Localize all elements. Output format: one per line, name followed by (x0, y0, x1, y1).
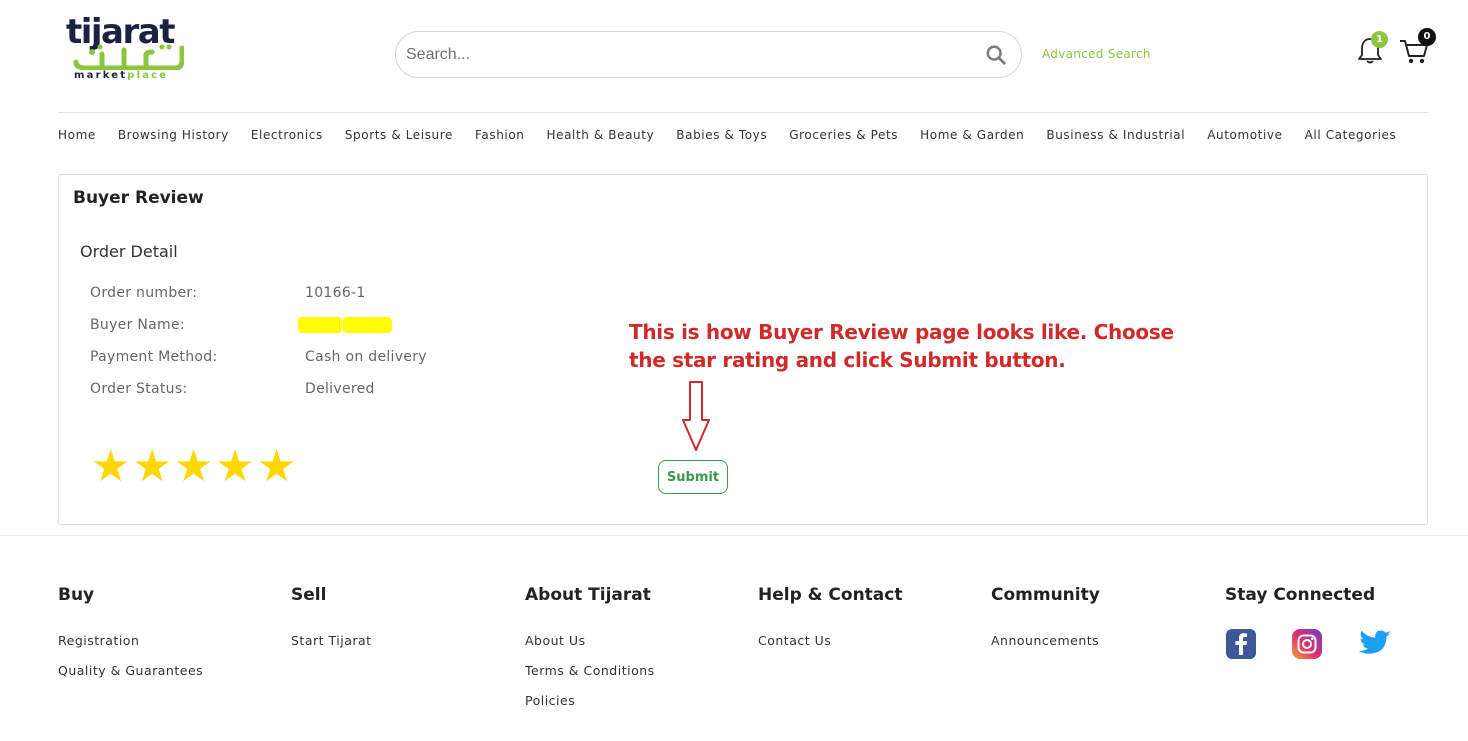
footer-divider (0, 535, 1468, 536)
twitter-icon[interactable] (1357, 628, 1393, 660)
nav-item-all-categories[interactable]: All Categories (1305, 128, 1397, 142)
footer-link-announcements[interactable]: Announcements (991, 633, 1100, 648)
footer-heading-stay-connected: Stay Connected (1225, 585, 1376, 605)
footer-heading-about: About Tijarat (525, 585, 651, 605)
star-icon[interactable]: ★ (132, 445, 171, 489)
footer-column-about: About Tijarat About Us Terms & Condition… (525, 585, 655, 723)
order-detail-heading: Order Detail (80, 242, 178, 261)
nav-item-fashion[interactable]: Fashion (475, 128, 525, 142)
star-icon[interactable]: ★ (215, 445, 254, 489)
order-number-value: 10166-1 (305, 285, 366, 301)
nav-item-home[interactable]: Home (58, 128, 96, 142)
star-icon[interactable]: ★ (91, 445, 130, 489)
header-divider (58, 112, 1428, 113)
footer-link-registration[interactable]: Registration (58, 633, 203, 648)
footer-link-quality-guarantees[interactable]: Quality & Guarantees (58, 663, 203, 678)
redaction-mark (298, 317, 342, 333)
site-logo[interactable]: tijarat marketplace (66, 14, 188, 82)
footer-heading-community: Community (991, 585, 1100, 605)
order-number-label: Order number: (90, 285, 198, 301)
buyer-name-row: Buyer Name: (90, 317, 392, 333)
category-nav: Home Browsing History Electronics Sports… (58, 128, 1396, 142)
search-bar (395, 31, 1022, 78)
nav-item-browsing-history[interactable]: Browsing History (118, 128, 229, 142)
nav-item-sports-leisure[interactable]: Sports & Leisure (345, 128, 453, 142)
footer-column-help: Help & Contact Contact Us (758, 585, 902, 663)
footer-column-buy: Buy Registration Quality & Guarantees (58, 585, 203, 693)
footer-heading-sell: Sell (291, 585, 327, 605)
order-status-value: Delivered (305, 381, 375, 397)
nav-item-business-industrial[interactable]: Business & Industrial (1046, 128, 1185, 142)
footer-link-start-tijarat[interactable]: Start Tijarat (291, 633, 372, 648)
footer-column-community: Community Announcements (991, 585, 1100, 663)
nav-item-home-garden[interactable]: Home & Garden (920, 128, 1024, 142)
nav-item-health-beauty[interactable]: Health & Beauty (547, 128, 655, 142)
footer-link-terms-conditions[interactable]: Terms & Conditions (525, 663, 655, 678)
footer-link-policies[interactable]: Policies (525, 693, 655, 708)
payment-method-row: Payment Method: Cash on delivery (90, 349, 427, 365)
star-rating: ★ ★ ★ ★ ★ (91, 445, 296, 489)
arrow-down-icon (682, 381, 710, 451)
search-icon[interactable] (985, 44, 1007, 66)
buyer-name-label: Buyer Name: (90, 317, 185, 333)
payment-method-value: Cash on delivery (305, 349, 427, 365)
logo-arabic-wordmark (73, 44, 184, 70)
submit-button[interactable]: Submit (658, 460, 728, 494)
facebook-icon[interactable] (1225, 628, 1257, 660)
nav-item-automotive[interactable]: Automotive (1207, 128, 1282, 142)
footer-link-about-us[interactable]: About Us (525, 633, 655, 648)
star-icon[interactable]: ★ (174, 445, 213, 489)
star-icon[interactable]: ★ (257, 445, 296, 489)
instruction-annotation: This is how Buyer Review page looks like… (629, 320, 1174, 372)
nav-item-babies-toys[interactable]: Babies & Toys (676, 128, 767, 142)
order-status-row: Order Status: Delivered (90, 381, 374, 397)
footer-heading-buy: Buy (58, 585, 95, 605)
logo-tagline: marketplace (74, 70, 169, 81)
instagram-icon[interactable] (1291, 628, 1323, 660)
footer-link-contact-us[interactable]: Contact Us (758, 633, 902, 648)
footer-heading-help: Help & Contact (758, 585, 903, 605)
redaction-mark (343, 317, 392, 333)
nav-item-groceries-pets[interactable]: Groceries & Pets (789, 128, 898, 142)
footer-column-sell: Sell Start Tijarat (291, 585, 372, 663)
nav-item-electronics[interactable]: Electronics (251, 128, 323, 142)
search-input[interactable] (406, 41, 966, 69)
footer-column-stay-connected: Stay Connected (1225, 585, 1375, 633)
order-status-label: Order Status: (90, 381, 188, 397)
page-title: Buyer Review (73, 188, 204, 208)
cart-count-badge: 0 (1418, 28, 1436, 46)
buyer-name-value (298, 317, 405, 333)
buyer-review-card: Buyer Review Order Detail Order number: … (58, 174, 1428, 525)
order-number-row: Order number: 10166-1 (90, 285, 365, 301)
notification-count-badge: 1 (1371, 31, 1388, 48)
payment-method-label: Payment Method: (90, 349, 218, 365)
advanced-search-link[interactable]: Advanced Search (1042, 47, 1151, 61)
